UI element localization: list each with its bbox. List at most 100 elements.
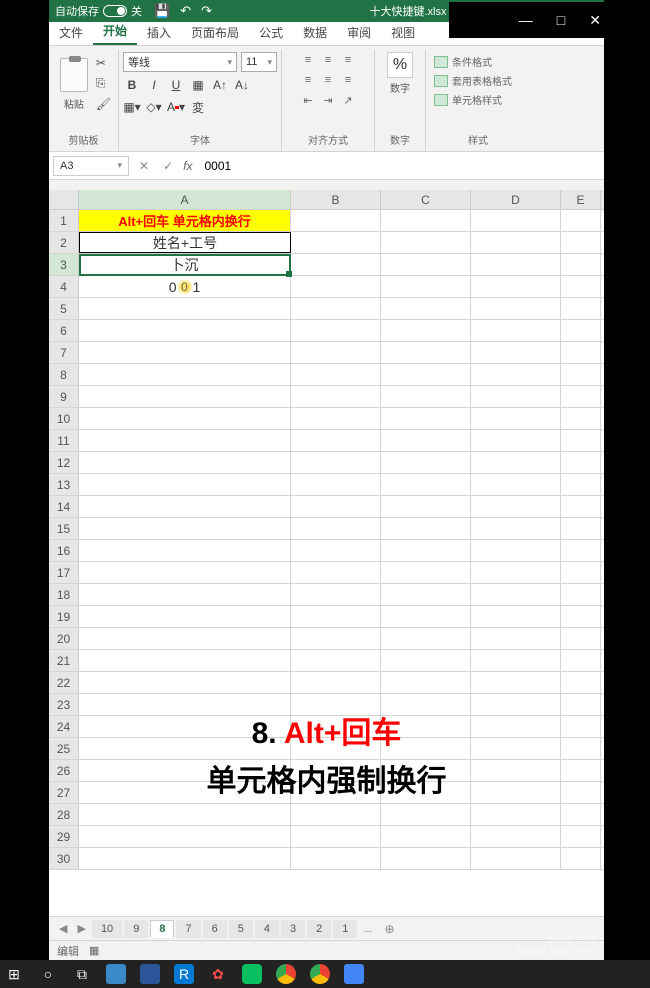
cell[interactable] xyxy=(561,474,601,495)
cell[interactable] xyxy=(471,452,561,473)
cell[interactable] xyxy=(561,848,601,869)
row-header[interactable]: 6 xyxy=(49,320,79,341)
undo-icon[interactable]: ↶ xyxy=(180,3,191,19)
cell[interactable] xyxy=(381,628,471,649)
align-top-icon[interactable]: ≡ xyxy=(299,52,317,68)
maximize-button[interactable]: □ xyxy=(557,12,565,28)
row-header[interactable]: 26 xyxy=(49,760,79,781)
format-table-button[interactable]: 套用表格格式 xyxy=(434,73,522,88)
chrome-icon-1[interactable] xyxy=(276,964,296,984)
sheet-tab[interactable]: 9 xyxy=(124,920,148,938)
font-color-button[interactable]: A▾ xyxy=(167,98,185,116)
row-header[interactable]: 5 xyxy=(49,298,79,319)
cell[interactable] xyxy=(381,386,471,407)
cell[interactable] xyxy=(79,320,291,341)
cell[interactable]: Alt+回车 单元格内换行 xyxy=(79,210,291,231)
app-icon-3[interactable]: R xyxy=(174,964,194,984)
cell[interactable] xyxy=(561,386,601,407)
orientation-icon[interactable]: ↗ xyxy=(339,92,357,108)
cell[interactable] xyxy=(381,518,471,539)
cell[interactable] xyxy=(561,254,601,275)
cell[interactable] xyxy=(381,430,471,451)
cell[interactable] xyxy=(471,430,561,451)
copy-icon[interactable]: ⎘ xyxy=(96,76,111,91)
cell[interactable] xyxy=(561,320,601,341)
row-header[interactable]: 15 xyxy=(49,518,79,539)
cell[interactable] xyxy=(561,826,601,847)
fill-color-button[interactable]: ◇▾ xyxy=(145,98,163,116)
cell[interactable] xyxy=(381,826,471,847)
cell[interactable] xyxy=(471,650,561,671)
font-size-select[interactable]: 11▾ xyxy=(241,52,277,72)
cell[interactable] xyxy=(471,364,561,385)
cell[interactable] xyxy=(79,738,291,759)
sheet-tab[interactable]: 5 xyxy=(229,920,253,938)
cell[interactable] xyxy=(471,254,561,275)
cell[interactable]: 001 xyxy=(79,276,291,297)
cell[interactable] xyxy=(79,364,291,385)
redo-icon[interactable]: ↷ xyxy=(201,3,212,19)
sheet-more[interactable]: ... xyxy=(359,923,376,935)
cell[interactable] xyxy=(291,694,381,715)
cell-styles-button[interactable]: 单元格样式 xyxy=(434,92,522,107)
bold-button[interactable]: B xyxy=(123,76,141,94)
cell[interactable] xyxy=(381,364,471,385)
cell[interactable] xyxy=(471,628,561,649)
tab-layout[interactable]: 页面布局 xyxy=(181,20,249,45)
cell[interactable] xyxy=(471,342,561,363)
cell[interactable] xyxy=(291,650,381,671)
cell[interactable] xyxy=(561,738,601,759)
cell[interactable] xyxy=(79,518,291,539)
cell[interactable] xyxy=(561,694,601,715)
border-button[interactable]: ▦ xyxy=(189,76,207,94)
italic-button[interactable]: I xyxy=(145,76,163,94)
align-left-icon[interactable]: ≡ xyxy=(299,72,317,88)
row-header[interactable]: 14 xyxy=(49,496,79,517)
conditional-format-button[interactable]: 条件格式 xyxy=(434,54,522,69)
cell[interactable] xyxy=(291,628,381,649)
cell[interactable] xyxy=(561,276,601,297)
cell[interactable] xyxy=(79,760,291,781)
app-icon-5[interactable] xyxy=(344,964,364,984)
cell[interactable] xyxy=(471,386,561,407)
cell[interactable] xyxy=(381,562,471,583)
row-header[interactable]: 4 xyxy=(49,276,79,297)
cell[interactable] xyxy=(471,606,561,627)
cell[interactable] xyxy=(561,584,601,605)
cell[interactable] xyxy=(381,320,471,341)
cell[interactable] xyxy=(471,782,561,803)
record-macro-icon[interactable]: ▦ xyxy=(89,944,99,957)
cell[interactable] xyxy=(79,694,291,715)
cell[interactable] xyxy=(561,606,601,627)
sheet-tab[interactable]: 10 xyxy=(92,920,122,938)
cell[interactable] xyxy=(471,672,561,693)
cell[interactable] xyxy=(79,672,291,693)
cell[interactable] xyxy=(381,276,471,297)
app-icon-4[interactable]: ✿ xyxy=(208,964,228,984)
cell[interactable] xyxy=(291,320,381,341)
cell[interactable] xyxy=(471,540,561,561)
cell[interactable] xyxy=(381,584,471,605)
cell[interactable] xyxy=(79,540,291,561)
cell[interactable] xyxy=(471,276,561,297)
cell[interactable] xyxy=(291,562,381,583)
cell[interactable] xyxy=(381,474,471,495)
decrease-indent-icon[interactable]: ⇤ xyxy=(299,92,317,108)
cell[interactable] xyxy=(471,694,561,715)
row-header[interactable]: 11 xyxy=(49,430,79,451)
sheet-tab[interactable]: 1 xyxy=(333,920,357,938)
cell[interactable] xyxy=(79,408,291,429)
cell[interactable] xyxy=(561,496,601,517)
row-header[interactable]: 3 xyxy=(49,254,79,275)
cell[interactable] xyxy=(291,364,381,385)
format-painter-icon[interactable]: 🖌 xyxy=(96,97,111,111)
cell[interactable] xyxy=(291,826,381,847)
cell[interactable] xyxy=(381,606,471,627)
cortana-icon[interactable]: ○ xyxy=(38,964,58,984)
cell[interactable] xyxy=(561,628,601,649)
cell[interactable] xyxy=(291,276,381,297)
row-header[interactable]: 18 xyxy=(49,584,79,605)
cell[interactable] xyxy=(471,760,561,781)
row-header[interactable]: 1 xyxy=(49,210,79,231)
cell[interactable] xyxy=(79,826,291,847)
